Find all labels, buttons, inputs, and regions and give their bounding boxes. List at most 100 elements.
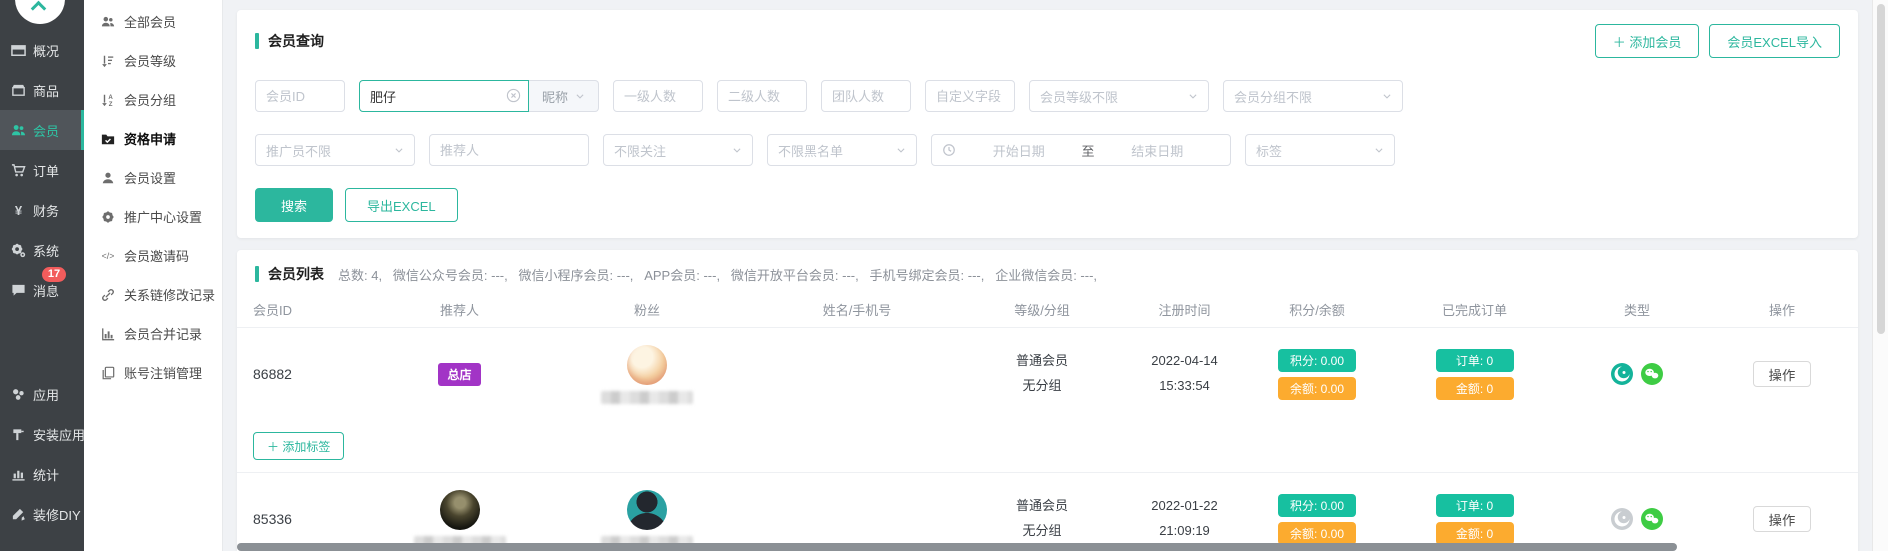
- export-excel-button[interactable]: 导出EXCEL: [345, 188, 458, 222]
- col-referrer: 推荐人: [377, 300, 542, 319]
- tag-select[interactable]: 标签: [1245, 134, 1395, 166]
- submenu-item-all-members[interactable]: 全部会员: [84, 2, 222, 41]
- submenu-item-member-settings[interactable]: 会员设置: [84, 158, 222, 197]
- member-id-input[interactable]: [255, 80, 345, 112]
- link-icon: [101, 288, 115, 302]
- title-accent-bar: [255, 33, 259, 49]
- sidebar-item-install-apps[interactable]: 安装应用: [0, 414, 84, 454]
- submenu-item-label: 账号注销管理: [124, 363, 202, 382]
- svg-text:¥: ¥: [15, 203, 23, 218]
- sidebar-item-system[interactable]: 系统: [0, 230, 84, 270]
- app-window: 概况 商品 会员 订单 ¥ 财务 系统 消息 17 应: [0, 0, 1888, 551]
- submenu-item-label: 推广中心设置: [124, 207, 202, 226]
- submenu-item-account-cancel[interactable]: 账号注销管理: [84, 353, 222, 392]
- sidebar-item-members[interactable]: 会员: [0, 110, 84, 150]
- sidebar-item-orders[interactable]: 订单: [0, 150, 84, 190]
- member-id: 86882: [237, 366, 377, 382]
- chevron-down-icon: [1382, 91, 1392, 101]
- orders-cart-icon: [11, 163, 26, 178]
- sidebar-item-goods[interactable]: 商品: [0, 70, 84, 110]
- add-member-button[interactable]: ＋ 添加会员: [1595, 24, 1700, 58]
- file-copy-icon: [101, 366, 115, 380]
- open-platform-icon: [1611, 363, 1633, 385]
- open-platform-gray-icon: [1611, 508, 1633, 530]
- sidebar-item-finance[interactable]: ¥ 财务: [0, 190, 84, 230]
- blacklist-select[interactable]: 不限黑名单: [767, 134, 917, 166]
- member-group-select[interactable]: 会员分组不限: [1223, 80, 1403, 112]
- keyword-type-select[interactable]: 昵称: [529, 80, 599, 112]
- member-group-value: 会员分组不限: [1234, 87, 1312, 106]
- follow-select[interactable]: 不限关注: [603, 134, 753, 166]
- referrer-avatar[interactable]: [440, 490, 480, 530]
- orders-badge: 订单: 0: [1436, 494, 1514, 517]
- vertical-scrollbar-thumb[interactable]: [1877, 4, 1885, 334]
- fan-avatar[interactable]: [627, 490, 667, 530]
- keyword-input[interactable]: [359, 80, 529, 112]
- sidebar-item-stats[interactable]: 统计: [0, 454, 84, 494]
- fan-avatar[interactable]: [627, 345, 667, 385]
- sidebar-item-label: 财务: [33, 201, 59, 220]
- reg-date: 2022-04-14: [1122, 349, 1247, 374]
- clear-input-icon[interactable]: [506, 88, 521, 106]
- start-date-placeholder: 开始日期: [956, 141, 1082, 160]
- submenu-item-relation-log[interactable]: 关系链修改记录: [84, 275, 222, 314]
- custom-field-input[interactable]: [925, 80, 1015, 112]
- sidebar-item-label: 概况: [33, 41, 59, 60]
- keyword-group: 昵称: [359, 80, 599, 112]
- submenu-item-label: 全部会员: [124, 12, 176, 31]
- row-action-button[interactable]: 操作: [1753, 506, 1811, 532]
- reg-time: 15:33:54: [1122, 374, 1247, 399]
- sidebar-item-decorate-diy[interactable]: 装修DIY: [0, 494, 84, 534]
- sort-amount-icon: [101, 54, 115, 68]
- sidebar-item-label: 安装应用: [33, 425, 85, 444]
- code-icon: </>: [101, 249, 115, 263]
- sidebar-item-messages[interactable]: 消息 17: [0, 270, 84, 310]
- date-range-picker[interactable]: 开始日期 至 结束日期: [931, 134, 1231, 166]
- submenu-item-invite-code[interactable]: </> 会员邀请码: [84, 236, 222, 275]
- overview-icon: [11, 43, 26, 58]
- add-tag-button[interactable]: ＋ 添加标签: [253, 432, 344, 460]
- reg-time-cell: 2022-01-22 21:09:19: [1122, 494, 1247, 543]
- submenu-item-label: 会员等级: [124, 51, 176, 70]
- submenu-item-merge-log[interactable]: 会员合并记录: [84, 314, 222, 353]
- member-count-summary: 总数: 4, 微信公众号会员: ---, 微信小程序会员: ---, APP会员…: [338, 265, 1097, 284]
- submenu-item-member-levels[interactable]: 会员等级: [84, 41, 222, 80]
- gear-icon: [101, 210, 115, 224]
- chevron-down-icon: [1374, 145, 1384, 155]
- col-actions: 操作: [1712, 300, 1852, 319]
- chevron-down-icon: [896, 145, 906, 155]
- excel-import-button[interactable]: 会员EXCEL导入: [1709, 24, 1840, 58]
- sidebar-item-label: 商品: [33, 81, 59, 100]
- referrer-input[interactable]: [429, 134, 589, 166]
- tag-value: 标签: [1256, 141, 1282, 160]
- level2-count-input[interactable]: [717, 80, 807, 112]
- member-list-panel: 会员列表 总数: 4, 微信公众号会员: ---, 微信小程序会员: ---, …: [237, 250, 1858, 551]
- member-group: 无分组: [962, 519, 1122, 544]
- title-accent-bar: [255, 266, 259, 282]
- team-count-input[interactable]: [821, 80, 911, 112]
- col-member-id: 会员ID: [237, 300, 377, 319]
- list-title: 会员列表: [268, 264, 324, 284]
- submenu-item-member-groups[interactable]: AZ 会员分组: [84, 80, 222, 119]
- apps-icon: [11, 387, 26, 402]
- member-level-select[interactable]: 会员等级不限: [1029, 80, 1209, 112]
- submenu-item-promotion-center[interactable]: 推广中心设置: [84, 197, 222, 236]
- sidebar-item-overview[interactable]: 概况: [0, 30, 84, 70]
- row-action-button[interactable]: 操作: [1753, 361, 1811, 387]
- sidebar-item-apps[interactable]: 应用: [0, 374, 84, 414]
- promoter-select[interactable]: 推广员不限: [255, 134, 415, 166]
- col-type: 类型: [1562, 300, 1712, 319]
- col-completed-orders: 已完成订单: [1387, 300, 1562, 319]
- col-fans: 粉丝: [542, 300, 752, 319]
- horizontal-scrollbar[interactable]: [237, 543, 1677, 551]
- stats-bars-icon: [11, 467, 26, 482]
- submenu-item-qualification[interactable]: 资格申请: [84, 119, 222, 158]
- users-icon: [101, 15, 115, 29]
- message-count-badge: 17: [42, 267, 66, 282]
- submenu-item-label: 关系链修改记录: [124, 285, 215, 304]
- sort-alpha-icon: AZ: [101, 93, 115, 107]
- level1-count-input[interactable]: [613, 80, 703, 112]
- secondary-sidebar: 全部会员 会员等级 AZ 会员分组 资格申请 会员设置 推广中心设置 </> 会…: [84, 0, 223, 551]
- search-button[interactable]: 搜索: [255, 188, 333, 222]
- svg-text:A: A: [108, 94, 113, 101]
